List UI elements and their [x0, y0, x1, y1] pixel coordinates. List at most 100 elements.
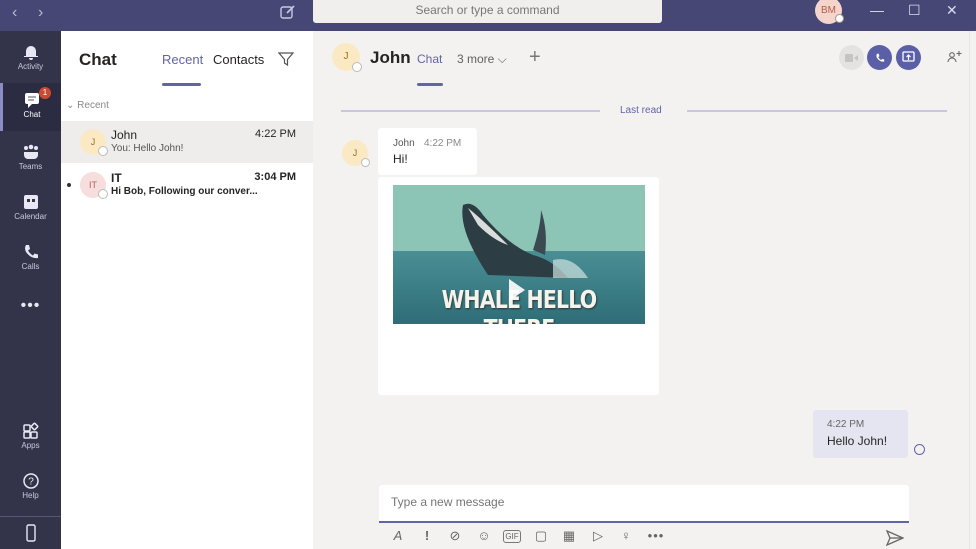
add-people-icon[interactable]: [947, 50, 963, 64]
tab-recent[interactable]: Recent: [162, 52, 203, 67]
audio-call-button[interactable]: [867, 45, 892, 70]
conversation-pane: J John Chat 3 more ⌵ + Last read J John …: [313, 31, 976, 549]
chat-list-panel: Chat Recent Contacts ⌄ Recent J John You…: [61, 31, 313, 549]
format-icon[interactable]: A: [389, 528, 407, 546]
compose-icon[interactable]: [279, 3, 297, 21]
compose-box: [379, 485, 909, 523]
presence-dot: [361, 158, 370, 167]
whale-graphic: [462, 203, 588, 278]
chat-list-item[interactable]: IT IT Hi Bob, Following our conver... 3:…: [61, 164, 313, 206]
tab-more[interactable]: 3 more ⌵: [457, 52, 507, 67]
tab-underline: [417, 83, 443, 86]
presence-dot: [352, 62, 362, 72]
panel-title: Chat: [79, 50, 117, 69]
rail-label: Calls: [21, 262, 40, 271]
message-time: 4:22 PM: [827, 419, 865, 430]
rail-item-calendar[interactable]: Calendar: [0, 185, 61, 233]
app-rail: Activity Chat 1 Teams Calendar Calls •••…: [0, 31, 61, 549]
section-recent[interactable]: ⌄ Recent: [66, 100, 109, 111]
important-icon[interactable]: !: [418, 528, 436, 546]
chat-preview: You: Hello John!: [111, 143, 184, 154]
share-screen-icon: [902, 51, 915, 62]
read-receipt-icon: [914, 444, 925, 455]
mobile-icon: [25, 524, 36, 542]
divider-line: [341, 110, 600, 112]
avatar: J: [80, 129, 108, 156]
message-sender: John: [393, 138, 415, 149]
stream-icon[interactable]: ▷: [589, 528, 607, 546]
chat-name: IT: [111, 171, 122, 185]
help-icon: ?: [22, 473, 39, 489]
rail-label: Help: [22, 491, 39, 500]
rail-label: Apps: [21, 441, 40, 450]
more-options-icon[interactable]: •••: [647, 528, 665, 546]
add-tab-button[interactable]: +: [529, 46, 541, 69]
chat-preview: Hi Bob, Following our conver...: [111, 186, 258, 197]
contact-name: John: [370, 48, 411, 67]
section-label: Recent: [77, 100, 109, 111]
rail-item-calls[interactable]: Calls: [0, 235, 61, 283]
praise-icon[interactable]: ♀: [617, 528, 635, 546]
user-avatar[interactable]: BM: [815, 0, 844, 24]
rail-item-activity[interactable]: Activity: [0, 35, 61, 83]
message-time: 4:22 PM: [424, 138, 462, 149]
gif-icon[interactable]: GIF: [503, 530, 521, 543]
rail-label: Calendar: [14, 212, 47, 221]
emoji-icon[interactable]: ☺: [475, 528, 493, 546]
chat-time: 4:22 PM: [255, 128, 296, 140]
chat-name: John: [111, 128, 138, 142]
phone-icon: [875, 53, 884, 62]
message-bubble-gif: WHALE HELLO THERE: [378, 177, 659, 395]
rail-label: Chat: [23, 110, 41, 119]
rail-item-help[interactable]: ? Help: [0, 464, 61, 512]
unread-dot: [67, 183, 71, 187]
contact-avatar[interactable]: J: [332, 43, 362, 72]
close-button[interactable]: ✕: [946, 2, 958, 19]
presence-dot: [835, 14, 844, 23]
chat-time: 3:04 PM: [254, 171, 296, 183]
title-bar: ‹ › Search or type a command BM — ☐ ✕: [0, 0, 976, 31]
rail-item-chat[interactable]: Chat 1: [0, 83, 61, 131]
sticker-icon[interactable]: ▢: [532, 528, 550, 546]
maximize-button[interactable]: ☐: [908, 2, 921, 19]
last-read-divider: Last read: [341, 105, 947, 117]
divider-line: [687, 110, 947, 112]
avatar-initials: J: [343, 51, 349, 62]
collapse-icon: ⌄: [66, 100, 78, 111]
avatar-initials: IT: [89, 180, 97, 190]
chat-list-item[interactable]: J John You: Hello John! 4:22 PM: [61, 121, 313, 163]
send-icon[interactable]: [886, 530, 904, 546]
share-screen-button[interactable]: [896, 45, 921, 70]
bell-icon: [23, 46, 38, 60]
rail-label: Teams: [18, 162, 43, 171]
tab-underline: [162, 83, 201, 86]
play-icon[interactable]: [509, 279, 525, 301]
presence-dot: [98, 189, 108, 199]
video-icon: [845, 53, 858, 62]
message-bubble: John 4:22 PM Hi!: [378, 128, 477, 175]
rail-item-apps[interactable]: Apps: [0, 414, 61, 462]
sender-avatar[interactable]: J: [342, 140, 370, 167]
tab-chat[interactable]: Chat: [417, 52, 442, 66]
back-arrow-icon[interactable]: ‹: [12, 4, 17, 22]
search-input[interactable]: Search or type a command: [313, 0, 662, 23]
rail-item-more[interactable]: •••: [0, 293, 61, 341]
more-icon: •••: [20, 297, 41, 314]
schedule-meeting-icon[interactable]: ▦: [560, 528, 578, 546]
teams-icon: [23, 144, 38, 159]
message-input[interactable]: [391, 495, 891, 509]
gif-image[interactable]: WHALE HELLO THERE: [393, 185, 645, 324]
rail-item-mobile[interactable]: [0, 516, 61, 549]
tab-contacts[interactable]: Contacts: [213, 52, 264, 67]
minimize-button[interactable]: —: [870, 2, 884, 18]
video-call-button[interactable]: [839, 45, 864, 70]
presence-dot: [98, 146, 108, 156]
rail-label: Activity: [17, 62, 44, 71]
attach-icon[interactable]: ⊘: [446, 528, 464, 546]
filter-icon[interactable]: [278, 51, 294, 67]
forward-arrow-icon[interactable]: ›: [38, 4, 43, 22]
avatar: IT: [80, 172, 108, 199]
message-text: Hi!: [393, 152, 408, 166]
scrollbar[interactable]: [969, 31, 976, 549]
rail-item-teams[interactable]: Teams: [0, 135, 61, 183]
